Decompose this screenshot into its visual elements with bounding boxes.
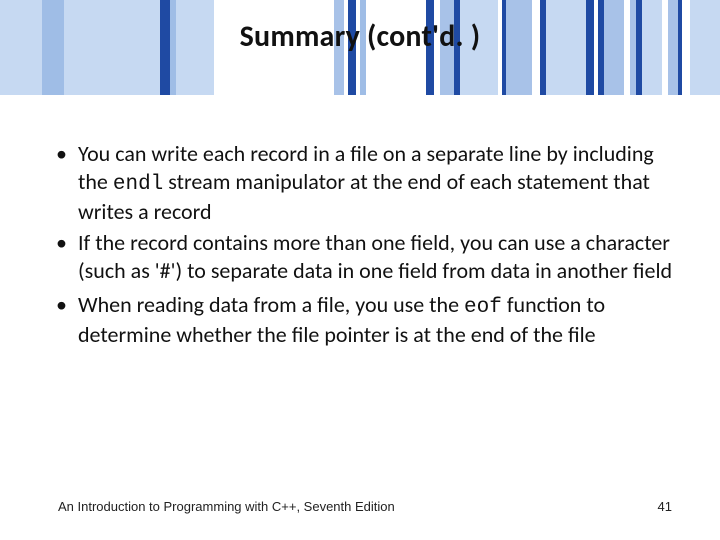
slide-body: You can write each record in a file on a… <box>56 140 676 353</box>
slide-title: Summary (cont'd. ) <box>0 18 720 55</box>
bullet-text-post: stream manipulator at the end of each st… <box>78 168 650 225</box>
bullet-text-pre: If the record contains more than one fie… <box>78 229 672 284</box>
bullet-text-pre: When reading data from a file, you use t… <box>78 291 464 318</box>
list-item: You can write each record in a file on a… <box>56 140 676 225</box>
list-item: When reading data from a file, you use t… <box>56 291 676 349</box>
page-number: 41 <box>658 499 672 514</box>
code-span: eof <box>464 296 502 319</box>
list-item: If the record contains more than one fie… <box>56 229 676 287</box>
code-span: endl <box>113 173 163 196</box>
bullet-list: You can write each record in a file on a… <box>56 140 676 349</box>
footer-text: An Introduction to Programming with C++,… <box>58 499 395 514</box>
